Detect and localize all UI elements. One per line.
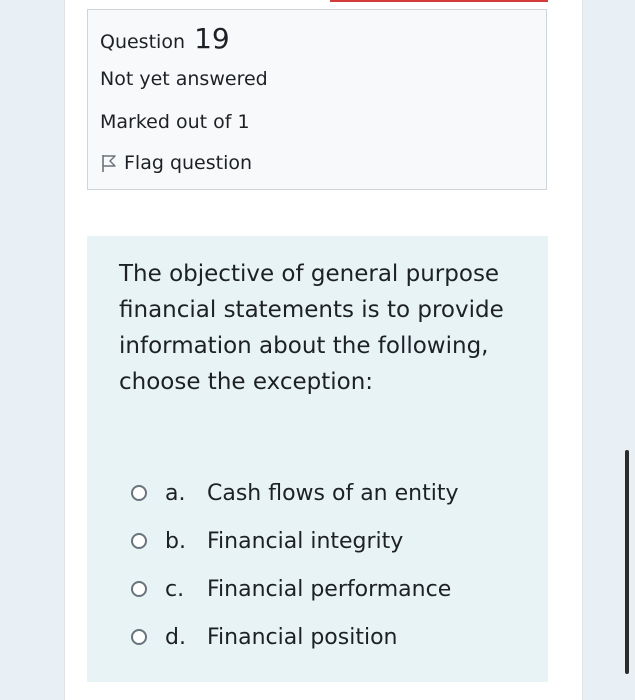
radio-unchecked-icon[interactable] xyxy=(131,485,147,501)
question-grade: Marked out of 1 xyxy=(100,111,250,133)
question-label: Question xyxy=(100,31,185,53)
question-info: Question 19 Not yet answered Marked out … xyxy=(87,9,547,190)
answer-option-b[interactable]: b. Financial integrity xyxy=(131,517,459,565)
radio-unchecked-icon[interactable] xyxy=(131,581,147,597)
scrollbar[interactable] xyxy=(625,450,629,674)
radio-unchecked-icon[interactable] xyxy=(131,629,147,645)
answer-option-c[interactable]: c. Financial performance xyxy=(131,565,459,613)
question-title: Question 19 xyxy=(100,22,230,55)
radio-unchecked-icon[interactable] xyxy=(131,533,147,549)
question-state: Not yet answered xyxy=(100,68,268,90)
top-red-bar xyxy=(330,0,548,2)
answer-letter: c. xyxy=(165,576,185,602)
flag-icon xyxy=(100,153,118,173)
answer-text: Financial position xyxy=(207,624,398,650)
answer-option-d[interactable]: d. Financial position xyxy=(131,613,459,661)
answer-letter: b. xyxy=(165,528,186,554)
answer-text: Cash flows of an entity xyxy=(207,480,459,506)
answer-text: Financial performance xyxy=(207,576,452,602)
answer-letter: a. xyxy=(165,480,186,506)
question-text: The objective of general purpose financi… xyxy=(119,261,504,395)
answer-letter: d. xyxy=(165,624,186,650)
flag-question-link[interactable]: Flag question xyxy=(100,152,252,174)
answer-list: a. Cash flows of an entity b. Financial … xyxy=(131,469,459,661)
flag-question-label: Flag question xyxy=(124,152,253,174)
answer-text: Financial integrity xyxy=(207,528,404,554)
answer-option-a[interactable]: a. Cash flows of an entity xyxy=(131,469,459,517)
question-content: The objective of general purpose financi… xyxy=(87,236,548,682)
left-margin xyxy=(0,0,65,700)
question-number: 19 xyxy=(194,22,230,55)
